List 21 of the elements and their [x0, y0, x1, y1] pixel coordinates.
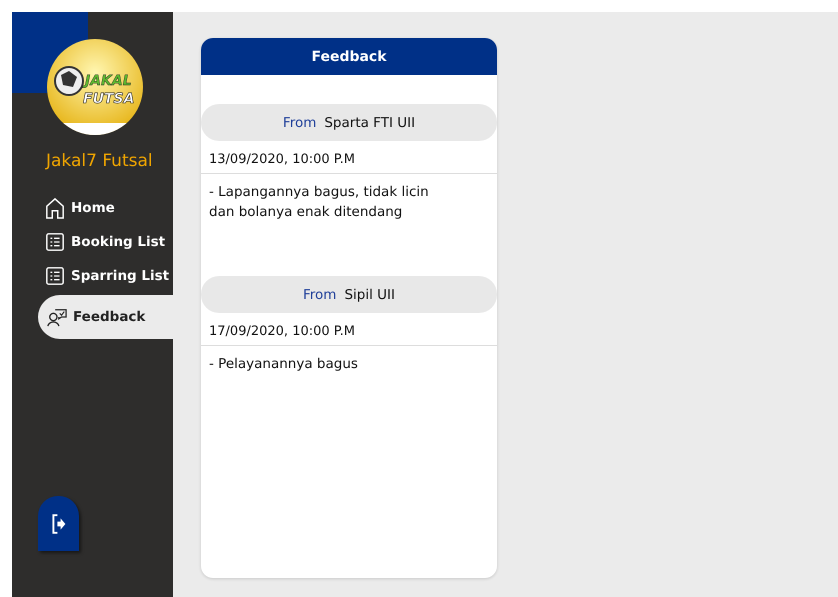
list-icon — [45, 231, 65, 253]
card-title: Feedback — [201, 38, 497, 75]
sender-name: Sparta FTI UII — [324, 114, 416, 130]
from-label: From — [303, 286, 336, 302]
list-icon — [45, 265, 65, 287]
nav-item[interactable]: Booking List — [12, 225, 173, 259]
logout-icon — [50, 512, 66, 536]
nav-item[interactable]: Sparring List — [12, 259, 173, 293]
feedback-message: - Lapangannya bagus, tidak licin dan bolanya enak ditendang — [208, 183, 430, 222]
logout-button[interactable] — [38, 496, 79, 551]
brand-name: Jakal7 Futsal — [46, 151, 153, 171]
logo-drawing: JAKAL FUTSA — [47, 39, 143, 135]
from-label: From — [282, 114, 316, 130]
person-chat-icon — [47, 306, 67, 328]
home-icon — [45, 197, 65, 219]
feedback-date: 17/09/2020, 10:00 P.M — [201, 313, 497, 346]
nav-item[interactable]: Home — [12, 191, 173, 225]
nav-item[interactable]: Feedback — [38, 295, 173, 339]
sender-name: Sipil UII — [344, 286, 395, 302]
feedback-date: 13/09/2020, 10:00 P.M — [201, 141, 497, 174]
feedback-message: - Pelayanannya bagus — [208, 355, 359, 374]
